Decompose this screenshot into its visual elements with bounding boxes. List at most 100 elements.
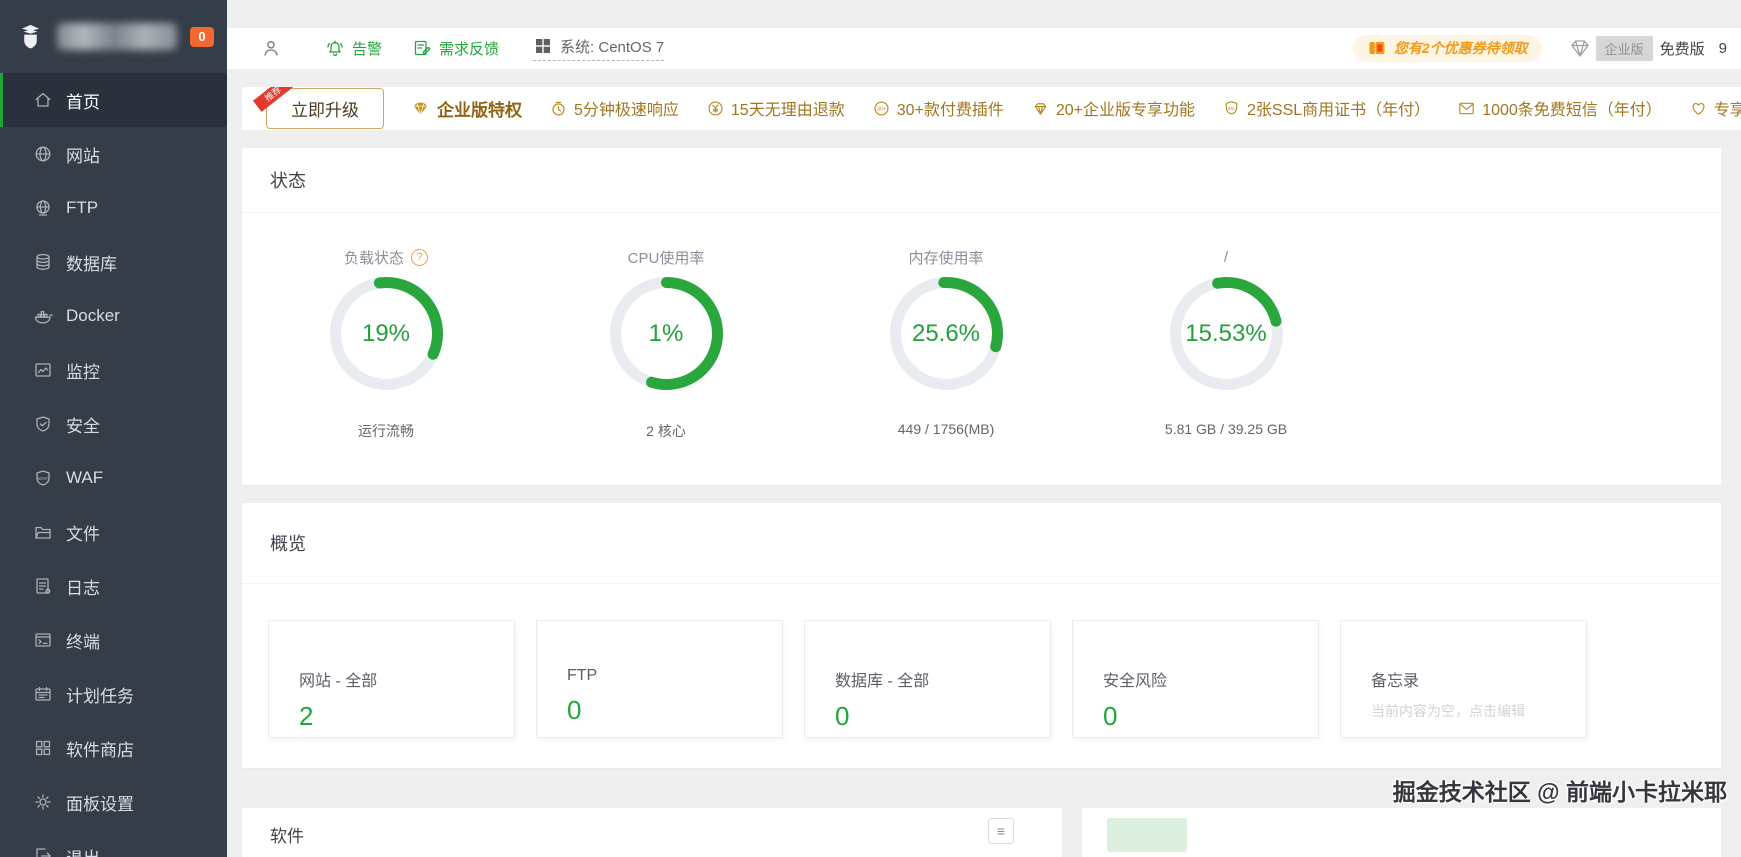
gauges-row: 负载状态 ? 19% 运行流畅 CPU使用率 1% 2 核心 内存使用率 25.… bbox=[242, 213, 1366, 485]
selected-tab-pill[interactable] bbox=[1107, 818, 1187, 852]
gauge-title: 内存使用率 bbox=[908, 249, 984, 267]
sidebar-item-label: WAF bbox=[66, 468, 104, 487]
gauge-memory: 内存使用率 25.6% 449 / 1756(MB) bbox=[806, 213, 1086, 441]
user-account[interactable] bbox=[261, 38, 289, 58]
baota-panel-home: 0 首页 网站 FTP 数据库 Docker 监控 安全 WAF WAF 文件 … bbox=[0, 0, 1741, 857]
sidebar-item-ftp[interactable]: FTP bbox=[0, 181, 227, 235]
logout-icon bbox=[36, 848, 51, 857]
overview-card-memo[interactable]: 备忘录 当前内容为空，点击编辑 bbox=[1340, 620, 1587, 738]
overview-card-value: 0 bbox=[1103, 701, 1118, 731]
plan-diamond-icon bbox=[1570, 40, 1589, 57]
gear-icon bbox=[35, 794, 51, 810]
feature-exclusive-functions: 20+企业版专享功能 bbox=[1031, 96, 1195, 120]
feature-label: 15天无理由退款 bbox=[730, 102, 845, 120]
feature-label: 专享 bbox=[1713, 102, 1741, 120]
sidebar-item-terminal[interactable]: 终端 bbox=[0, 613, 227, 667]
heart-icon bbox=[1692, 102, 1705, 115]
sidebar-item-cron[interactable]: 计划任务 bbox=[0, 667, 227, 721]
main-area: 告警 需求反馈 系统: CentOS 7 您有2个优惠券待领取 企业版 免费版 … bbox=[227, 0, 1741, 857]
topbar: 告警 需求反馈 系统: CentOS 7 您有2个优惠券待领取 企业版 免费版 … bbox=[227, 28, 1741, 69]
help-icon[interactable]: ? bbox=[411, 248, 428, 266]
feedback-edit-icon bbox=[414, 41, 431, 56]
gold-diamond-icon bbox=[413, 102, 428, 115]
gauge-value: 25.6% bbox=[911, 319, 981, 347]
svg-text:WAF: WAF bbox=[38, 476, 48, 481]
globe-icon bbox=[35, 146, 51, 162]
system-icon bbox=[536, 39, 551, 54]
sidebar-item-label: 退出 bbox=[66, 844, 100, 857]
sidebar-item-database[interactable]: 数据库 bbox=[0, 235, 227, 289]
server-name-blurred bbox=[57, 23, 177, 50]
feature-refund: 15天无理由退款 bbox=[706, 96, 845, 120]
svg-text:30+: 30+ bbox=[877, 106, 886, 112]
overview-card-ftp[interactable]: FTP 0 bbox=[536, 620, 783, 738]
sidebar-item-label: 文件 bbox=[66, 524, 100, 544]
feature-label: 1000条免费短信（年付） bbox=[1482, 102, 1662, 120]
bottom-clipped-row: 软件 ≡ bbox=[242, 808, 1721, 857]
feature-label: 2张SSL商用证书（年付） bbox=[1247, 102, 1431, 120]
alert-link[interactable]: 告警 bbox=[325, 38, 382, 59]
panel-menu-button[interactable]: ≡ bbox=[988, 818, 1014, 844]
gauge-value: 1% bbox=[648, 319, 684, 347]
gauge-load: 负载状态 ? 19% 运行流畅 bbox=[246, 213, 526, 441]
gauge-title: / bbox=[1223, 248, 1229, 266]
privilege-label: 企业版特权 bbox=[437, 100, 522, 120]
sidebar-item-label: 面板设置 bbox=[66, 794, 134, 814]
version-text-partial: 9 bbox=[1718, 39, 1727, 57]
sidebar-item-label: 软件商店 bbox=[66, 740, 134, 760]
sidebar-item-label: 终端 bbox=[66, 632, 100, 652]
sidebar: 0 首页 网站 FTP 数据库 Docker 监控 安全 WAF WAF 文件 … bbox=[0, 0, 227, 857]
sidebar-item-appstore[interactable]: 软件商店 bbox=[0, 721, 227, 775]
coupon-text: 您有2个优惠券待领取 bbox=[1393, 40, 1528, 57]
plan-free-label[interactable]: 免费版 bbox=[1660, 38, 1705, 59]
status-card: 状态 负载状态 ? 19% 运行流畅 CPU使用率 1% 2 核心 内存使用率 … bbox=[242, 148, 1721, 485]
monitor-chart-icon bbox=[35, 363, 51, 377]
overview-title: 概览 bbox=[270, 534, 306, 554]
sidebar-item-label: 安全 bbox=[66, 416, 100, 436]
chart-panel-partial bbox=[1082, 808, 1721, 857]
plan-enterprise-badge[interactable]: 企业版 bbox=[1595, 35, 1653, 61]
sidebar-item-logout[interactable]: 退出 bbox=[0, 829, 227, 857]
sidebar-item-label: 日志 bbox=[66, 578, 100, 598]
app-grid-icon bbox=[35, 740, 51, 756]
docker-whale-icon bbox=[34, 310, 53, 324]
sidebar-item-label: 首页 bbox=[66, 92, 100, 112]
gauge-subtitle: 运行流畅 bbox=[358, 423, 414, 439]
panel-logo-icon bbox=[21, 24, 40, 49]
overview-card-databases[interactable]: 数据库 - 全部 0 bbox=[804, 620, 1051, 738]
message-count-badge[interactable]: 0 bbox=[190, 26, 214, 47]
sidebar-item-docker[interactable]: Docker bbox=[0, 289, 227, 343]
sidebar-item-settings[interactable]: 面板设置 bbox=[0, 775, 227, 829]
enterprise-privilege-link[interactable]: 企业版特权 bbox=[411, 96, 522, 121]
sidebar-logo-row[interactable]: 0 bbox=[0, 0, 227, 73]
sidebar-item-label: 计划任务 bbox=[66, 686, 134, 706]
sidebar-item-label: 网站 bbox=[66, 146, 100, 166]
overview-card-websites[interactable]: 网站 - 全部 2 bbox=[268, 620, 515, 738]
sidebar-item-security[interactable]: 安全 bbox=[0, 397, 227, 451]
sidebar-item-monitor[interactable]: 监控 bbox=[0, 343, 227, 397]
thirty-plus-icon: 30+ bbox=[874, 101, 889, 116]
upgrade-now-button[interactable]: 推荐 立即升级 bbox=[252, 86, 384, 129]
overview-card-security-risks[interactable]: 安全风险 0 bbox=[1072, 620, 1319, 738]
status-header: 状态 bbox=[242, 148, 1721, 213]
feature-label: 30+款付费插件 bbox=[896, 102, 1004, 120]
coupon-banner[interactable]: 您有2个优惠券待领取 bbox=[1352, 34, 1542, 62]
overview-card: 概览 网站 - 全部 2 FTP 0 数据库 - 全部 0 安全风险 0 备忘录… bbox=[242, 503, 1721, 768]
sidebar-item-website[interactable]: 网站 bbox=[0, 127, 227, 181]
refund-icon bbox=[708, 101, 723, 116]
terminal-icon bbox=[35, 633, 51, 647]
sidebar-item-logs[interactable]: 日志 bbox=[0, 559, 227, 613]
software-panel-partial: 软件 ≡ bbox=[242, 808, 1062, 857]
stopwatch-icon bbox=[552, 101, 565, 116]
overview-card-title: 网站 - 全部 bbox=[299, 673, 378, 690]
sidebar-item-waf[interactable]: WAF WAF bbox=[0, 451, 227, 505]
sidebar-item-files[interactable]: 文件 bbox=[0, 505, 227, 559]
overview-card-value: 0 bbox=[567, 695, 582, 725]
feedback-label: 需求反馈 bbox=[439, 40, 500, 58]
feedback-link[interactable]: 需求反馈 bbox=[412, 38, 499, 59]
gauge-disk-root: / 15.53% 5.81 GB / 39.25 GB bbox=[1086, 213, 1366, 441]
ftp-globe-icon bbox=[36, 200, 50, 216]
envelope-icon bbox=[1459, 102, 1474, 115]
sidebar-item-home[interactable]: 首页 bbox=[0, 73, 227, 127]
folder-icon bbox=[35, 526, 51, 539]
